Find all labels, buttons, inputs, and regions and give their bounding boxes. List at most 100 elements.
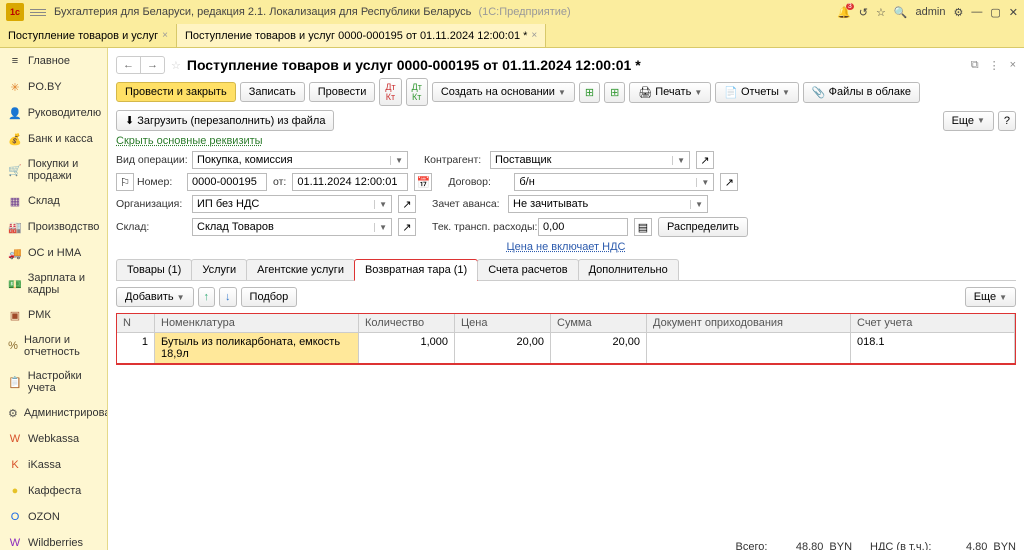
- create-based-button[interactable]: Создать на основании▼: [432, 82, 575, 102]
- save-button[interactable]: Записать: [240, 82, 305, 102]
- contragent-field[interactable]: Поставщик▼: [490, 151, 690, 169]
- detail-tab[interactable]: Услуги: [191, 259, 247, 280]
- user-label[interactable]: admin: [916, 6, 946, 18]
- org-field[interactable]: ИП без НДС▼: [192, 195, 392, 213]
- help-button[interactable]: ?: [998, 111, 1016, 131]
- th-sum[interactable]: Сумма: [551, 314, 647, 332]
- nav-fwd-icon[interactable]: →: [141, 57, 164, 73]
- close-tab-icon[interactable]: ×: [531, 30, 537, 41]
- history-icon[interactable]: ↺: [859, 6, 868, 19]
- contract-field[interactable]: б/н▼: [514, 173, 714, 191]
- star-icon[interactable]: ☆: [876, 6, 886, 19]
- sidebar-item[interactable]: 🛒Покупки и продажи: [0, 152, 107, 188]
- cell-nom[interactable]: Бутыль из поликарбоната, емкость 18,9л: [155, 333, 359, 363]
- sidebar-label: РМК: [28, 309, 51, 321]
- search-icon[interactable]: 🔍: [894, 6, 908, 19]
- detail-tab[interactable]: Товары (1): [116, 259, 192, 280]
- detail-tab[interactable]: Возвратная тара (1): [354, 259, 478, 281]
- cell-acc[interactable]: 018.1: [851, 333, 1015, 363]
- calendar-icon[interactable]: 📅: [414, 173, 432, 191]
- sidebar-item[interactable]: ⚙Администрирование: [0, 400, 107, 426]
- sidebar-item[interactable]: 💰Банк и касса: [0, 126, 107, 152]
- sidebar-item[interactable]: 💵Зарплата и кадры: [0, 266, 107, 302]
- warehouse-field[interactable]: Склад Товаров▼: [192, 218, 392, 236]
- excel-icon[interactable]: ⊞: [579, 82, 600, 103]
- window-tab[interactable]: Поступление товаров и услуг×: [0, 24, 177, 47]
- number-field[interactable]: 0000-000195: [187, 173, 267, 191]
- dt-kt2-icon[interactable]: ДтКт: [406, 78, 428, 106]
- excel2-icon[interactable]: ⊞: [604, 82, 625, 103]
- load-file-button[interactable]: ⬇ Загрузить (перезаполнить) из файла: [116, 110, 334, 131]
- table-row[interactable]: 1 Бутыль из поликарбоната, емкость 18,9л…: [117, 333, 1015, 364]
- sidebar-item[interactable]: ✳PO.BY: [0, 74, 107, 100]
- detail-tab[interactable]: Счета расчетов: [477, 259, 578, 280]
- sidebar-item[interactable]: ▣РМК: [0, 302, 107, 328]
- cell-sum[interactable]: 20,00: [551, 333, 647, 363]
- th-acc[interactable]: Счет учета: [851, 314, 1015, 332]
- th-doc[interactable]: Документ оприходования: [647, 314, 851, 332]
- sidebar-item[interactable]: 📋Настройки учета: [0, 364, 107, 400]
- price-note-link[interactable]: Цена не включает НДС: [507, 241, 626, 253]
- sidebar-item[interactable]: WWildberries: [0, 530, 107, 550]
- move-up-icon[interactable]: ↑: [198, 287, 216, 307]
- open-contragent-icon[interactable]: ↗: [696, 151, 714, 169]
- detail-tab[interactable]: Агентские услуги: [246, 259, 355, 280]
- sidebar-item[interactable]: ≡Главное: [0, 48, 107, 74]
- nav-buttons[interactable]: ← →: [116, 56, 165, 74]
- sidebar-item[interactable]: ▦Склад: [0, 188, 107, 214]
- close-tab-icon[interactable]: ×: [162, 30, 168, 41]
- open-org-icon[interactable]: ↗: [398, 195, 416, 213]
- sidebar-item[interactable]: %Налоги и отчетность: [0, 328, 107, 364]
- sidebar-item[interactable]: KiKassa: [0, 452, 107, 478]
- nav-back-icon[interactable]: ←: [117, 57, 141, 73]
- transp-field[interactable]: 0,00: [538, 218, 628, 236]
- sidebar-item[interactable]: 👤Руководителю: [0, 100, 107, 126]
- more-icon[interactable]: ⋮: [989, 59, 1000, 72]
- window-tab-active[interactable]: Поступление товаров и услуг 0000-000195 …: [177, 24, 546, 47]
- bell-icon[interactable]: 🔔3: [837, 6, 851, 19]
- select-button[interactable]: Подбор: [241, 287, 298, 307]
- th-nom[interactable]: Номенклатура: [155, 314, 359, 332]
- date-field[interactable]: 01.11.2024 12:00:01: [292, 173, 408, 191]
- dt-kt-icon[interactable]: ДтКт: [379, 78, 401, 106]
- open-contract-icon[interactable]: ↗: [720, 173, 738, 191]
- star-toggle-icon[interactable]: ☆: [171, 59, 181, 72]
- cell-n: 1: [117, 333, 155, 363]
- minimize-icon[interactable]: —: [971, 6, 982, 18]
- close-icon[interactable]: ✕: [1009, 6, 1018, 19]
- settings-icon[interactable]: ⚙: [954, 6, 964, 19]
- cell-qty[interactable]: 1,000: [359, 333, 455, 363]
- link-icon[interactable]: ⧉: [971, 59, 979, 72]
- open-wh-icon[interactable]: ↗: [398, 218, 416, 236]
- op-type-field[interactable]: Покупка, комиссия▼: [192, 151, 408, 169]
- distribute-button[interactable]: Распределить: [658, 217, 748, 237]
- cell-price[interactable]: 20,00: [455, 333, 551, 363]
- move-down-icon[interactable]: ↓: [219, 287, 237, 307]
- cell-doc[interactable]: [647, 333, 851, 363]
- add-button[interactable]: Добавить▼: [116, 287, 194, 307]
- sidebar-label: PO.BY: [28, 81, 62, 93]
- reports-button[interactable]: 📄 Отчеты▼: [715, 82, 799, 103]
- flag-icon[interactable]: ⚐: [116, 173, 134, 191]
- sidebar-item[interactable]: WWebkassa: [0, 426, 107, 452]
- maximize-icon[interactable]: ▢: [990, 6, 1000, 19]
- hamburger-icon[interactable]: [30, 4, 46, 20]
- print-button[interactable]: 🖨 Печать▼: [629, 82, 711, 103]
- sidebar-item[interactable]: 🚚ОС и НМА: [0, 240, 107, 266]
- files-cloud-button[interactable]: 📎 Файлы в облаке: [803, 82, 920, 103]
- sidebar-item[interactable]: OOZON: [0, 504, 107, 530]
- table-more-button[interactable]: Еще▼: [965, 287, 1016, 307]
- hide-main-link[interactable]: Скрыть основные реквизиты: [116, 135, 263, 147]
- th-n[interactable]: N: [117, 314, 155, 332]
- sidebar-item[interactable]: ●Каффеста: [0, 478, 107, 504]
- th-qty[interactable]: Количество: [359, 314, 455, 332]
- more-button[interactable]: Еще▼: [943, 111, 994, 131]
- calc-icon[interactable]: ▤: [634, 218, 652, 236]
- post-close-button[interactable]: Провести и закрыть: [116, 82, 236, 102]
- th-price[interactable]: Цена: [455, 314, 551, 332]
- close-doc-icon[interactable]: ×: [1010, 59, 1016, 72]
- detail-tab[interactable]: Дополнительно: [578, 259, 679, 280]
- sidebar-item[interactable]: 🏭Производство: [0, 214, 107, 240]
- advance-field[interactable]: Не зачитывать▼: [508, 195, 708, 213]
- post-button[interactable]: Провести: [309, 82, 376, 102]
